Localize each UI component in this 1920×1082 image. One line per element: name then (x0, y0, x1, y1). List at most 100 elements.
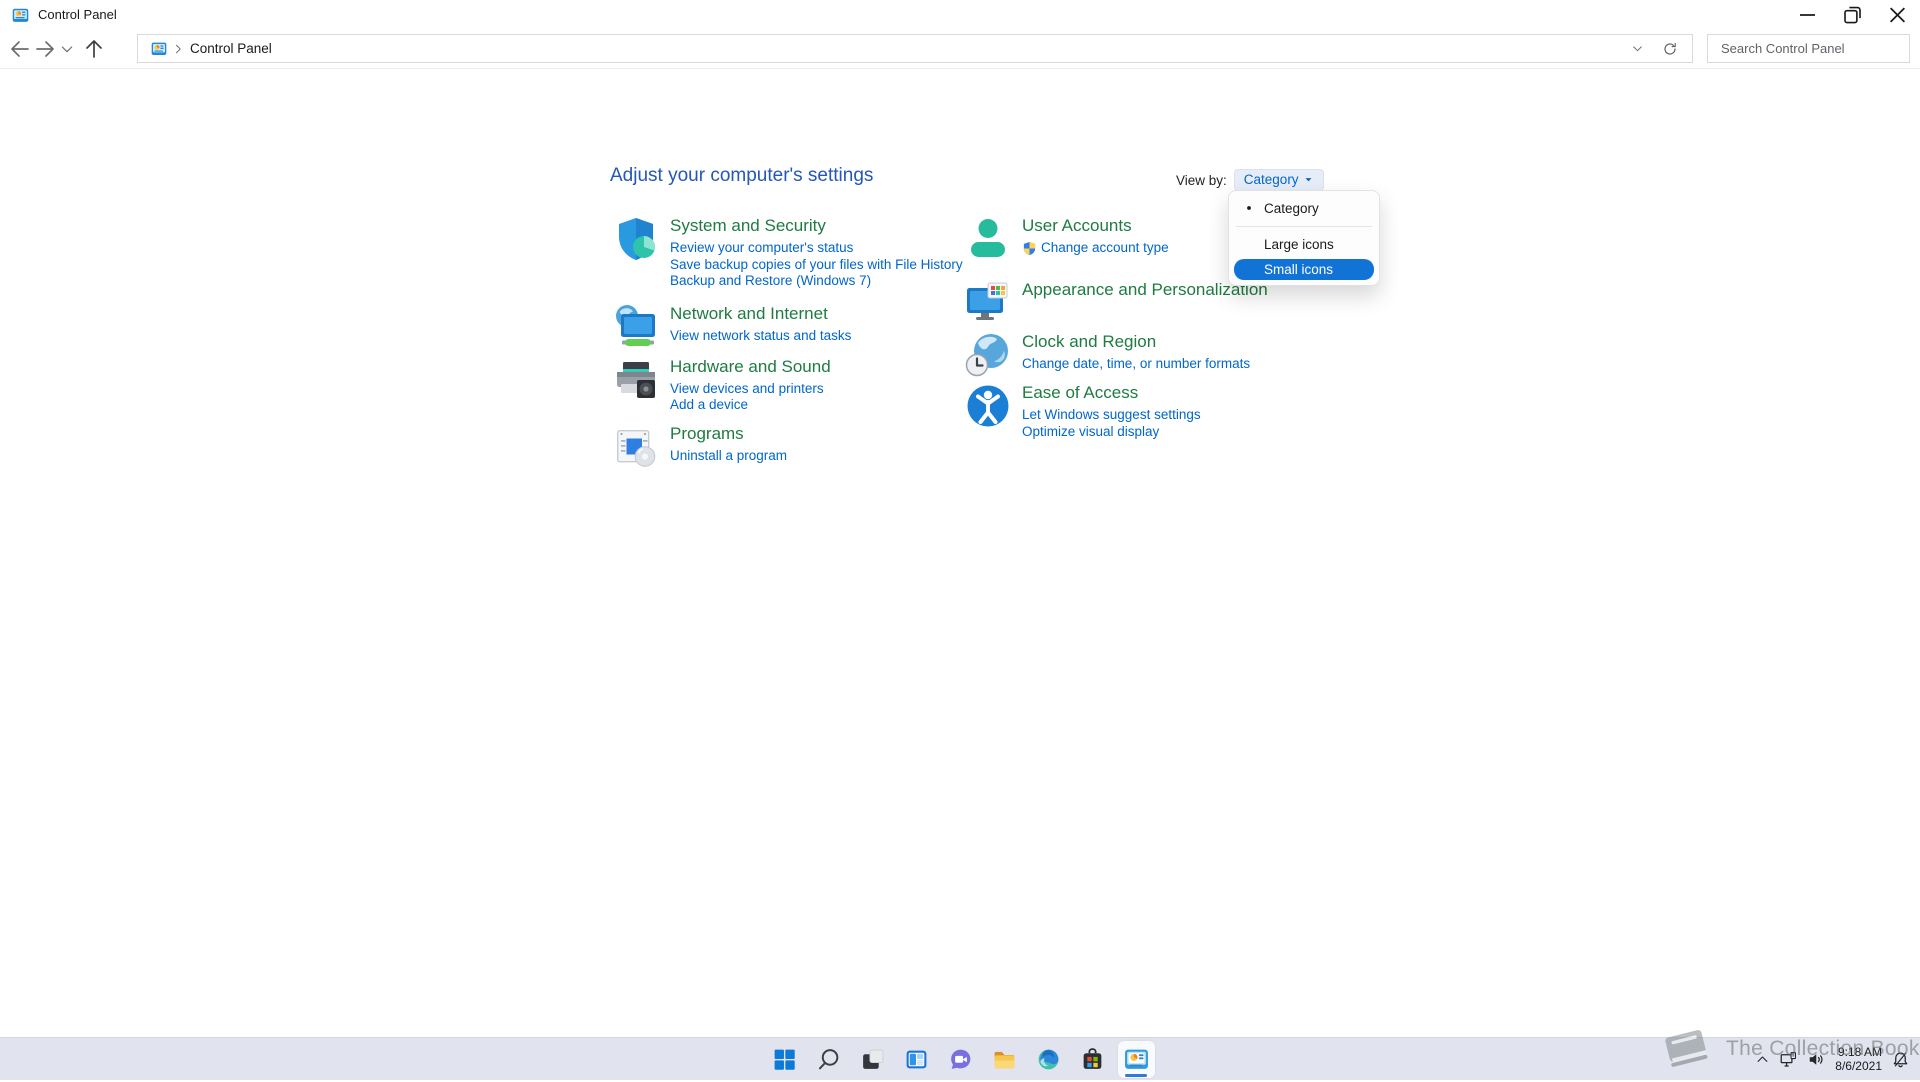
category-link[interactable]: Change date, time, or number formats (1022, 356, 1250, 373)
category-title[interactable]: Ease of Access (1022, 383, 1201, 403)
hardware-sound-icon[interactable] (612, 356, 660, 404)
category-item: Network and Internet View network status… (612, 303, 964, 351)
category-link[interactable]: Add a device (670, 397, 831, 414)
up-button[interactable] (82, 37, 106, 61)
taskbar-clock[interactable]: 9:18 AM 8/6/2021 (1835, 1045, 1882, 1073)
category-link[interactable]: View network status and tasks (670, 328, 851, 345)
file-explorer-icon (992, 1047, 1017, 1072)
category-link[interactable]: Review your computer's status (670, 240, 963, 257)
breadcrumb-chevron-icon[interactable] (172, 43, 184, 55)
uac-shield-icon (1022, 241, 1037, 256)
view-menu-item-category[interactable]: Category (1234, 196, 1374, 221)
taskbar-start-button[interactable] (766, 1041, 803, 1078)
category-link-label: Change account type (1041, 240, 1169, 255)
forward-button[interactable] (33, 37, 57, 61)
categories-left-column: System and Security Review your computer… (612, 215, 964, 471)
control-panel-app-icon (12, 7, 29, 24)
category-link[interactable]: Change account type (1022, 240, 1169, 257)
category-link-label: Uninstall a program (670, 447, 788, 463)
taskbar: 9:18 AM 8/6/2021 (0, 1037, 1920, 1080)
category-link[interactable]: Optimize visual display (1022, 424, 1201, 441)
category-title[interactable]: Clock and Region (1022, 332, 1250, 352)
category-title[interactable]: Network and Internet (670, 304, 851, 324)
network-icon[interactable] (1779, 1050, 1798, 1069)
taskbar-control-panel-button[interactable] (1117, 1040, 1155, 1078)
category-item: Clock and Region Change date, time, or n… (964, 331, 1394, 379)
view-menu-item-large-icons[interactable]: Large icons (1234, 232, 1374, 257)
taskbar-search-button[interactable] (810, 1041, 847, 1078)
restore-button[interactable] (1830, 0, 1875, 30)
start-icon (772, 1047, 797, 1072)
programs-icon[interactable] (612, 423, 660, 471)
category-title[interactable]: Hardware and Sound (670, 357, 831, 377)
category-item: Ease of Access Let Windows suggest setti… (964, 382, 1394, 440)
view-by-value: Category (1243, 172, 1299, 187)
category-link-label: Add a device (670, 397, 749, 412)
taskbar-widgets-button[interactable] (898, 1041, 935, 1078)
category-link[interactable]: Let Windows suggest settings (1022, 407, 1201, 424)
clock-region-icon[interactable] (964, 331, 1012, 379)
minimize-button[interactable] (1785, 0, 1830, 30)
tray-date: 8/6/2021 (1835, 1059, 1882, 1073)
category-title[interactable]: Programs (670, 424, 787, 444)
menu-separator (1236, 226, 1372, 227)
view-by-menu: Category Large icons Small icons (1228, 190, 1380, 286)
taskbar-chat-button[interactable] (942, 1041, 979, 1078)
category-title[interactable]: User Accounts (1022, 216, 1169, 236)
window-title: Control Panel (38, 7, 117, 22)
control-panel-icon (151, 41, 167, 57)
view-by-label: View by: (1176, 172, 1227, 188)
taskbar-icons (0, 1038, 1920, 1080)
user-accounts-icon[interactable] (964, 215, 1012, 263)
refresh-icon[interactable] (1662, 41, 1678, 57)
active-app-indicator (1125, 1073, 1147, 1077)
ease-access-icon[interactable] (964, 382, 1012, 430)
category-link-label: Let Windows suggest settings (1022, 407, 1201, 422)
category-link-label: Change date, time, or number formats (1022, 356, 1251, 371)
category-item: System and Security Review your computer… (612, 215, 964, 290)
volume-icon[interactable] (1807, 1050, 1826, 1069)
network-internet-icon[interactable] (612, 303, 660, 351)
category-link-label: Save backup copies of your files with Fi… (670, 256, 963, 272)
search-input[interactable] (1719, 40, 1899, 57)
taskbar-task-view-button[interactable] (854, 1041, 891, 1078)
edge-icon (1036, 1047, 1061, 1072)
address-dropdown-icon[interactable] (1631, 42, 1644, 55)
search-box[interactable] (1707, 34, 1910, 63)
notifications-bell-icon[interactable] (1891, 1050, 1910, 1069)
taskbar-file-explorer-button[interactable] (986, 1041, 1023, 1078)
category-link[interactable]: Backup and Restore (Windows 7) (670, 273, 963, 290)
category-title[interactable]: System and Security (670, 216, 963, 236)
control-panel-home: Adjust your computer's settings View by:… (0, 69, 1920, 1038)
taskbar-store-button[interactable] (1074, 1041, 1111, 1078)
close-button[interactable] (1875, 0, 1920, 30)
store-icon (1080, 1047, 1105, 1072)
task-view-icon (860, 1047, 885, 1072)
category-link[interactable]: Save backup copies of your files with Fi… (670, 257, 963, 274)
system-tray: 9:18 AM 8/6/2021 (1755, 1038, 1910, 1080)
widgets-icon (904, 1047, 929, 1072)
taskbar-edge-button[interactable] (1030, 1041, 1067, 1078)
category-item: Hardware and Sound View devices and prin… (612, 356, 964, 414)
caret-down-icon (1302, 173, 1315, 186)
selected-bullet-icon (1242, 201, 1256, 215)
page-title: Adjust your computer's settings (610, 165, 874, 186)
view-menu-item-small-icons[interactable]: Small icons (1234, 259, 1374, 280)
view-by-dropdown[interactable]: Category (1233, 169, 1324, 191)
category-link[interactable]: Uninstall a program (670, 448, 787, 465)
window-controls (1785, 0, 1920, 30)
view-menu-item-label: Category (1264, 201, 1319, 216)
breadcrumb[interactable]: Control Panel (190, 41, 272, 56)
search-icon (816, 1047, 841, 1072)
address-bar[interactable]: Control Panel (137, 34, 1693, 63)
chat-icon (948, 1047, 973, 1072)
recent-pages-chevron-icon[interactable] (59, 37, 75, 61)
appearance-icon[interactable] (964, 279, 1012, 327)
back-button[interactable] (8, 37, 32, 61)
hidden-icons-chevron-icon[interactable] (1755, 1052, 1770, 1067)
category-link-label: Review your computer's status (670, 240, 854, 255)
category-link[interactable]: View devices and printers (670, 381, 831, 398)
title-bar: Control Panel (0, 0, 1920, 30)
system-security-icon[interactable] (612, 215, 660, 263)
category-item: Appearance and Personalization (964, 279, 1394, 327)
